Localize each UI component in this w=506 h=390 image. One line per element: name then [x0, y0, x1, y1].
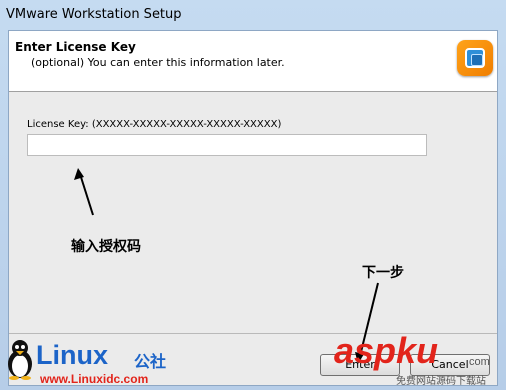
- window-title: VMware Workstation Setup: [6, 7, 182, 22]
- vmware-logo-icon: [457, 40, 493, 76]
- title-bar[interactable]: VMware Workstation Setup: [0, 0, 506, 30]
- license-key-label: License Key: (XXXXX-XXXXX-XXXXX-XXXXX-XX…: [27, 119, 282, 130]
- aspku-suffix-text: .com: [466, 356, 490, 368]
- aspku-subtitle-text: 免费网站源码下载站: [396, 376, 486, 387]
- linux-logo-text: Linux: [36, 340, 108, 370]
- linux-cn-text: 公社: [134, 352, 167, 371]
- tux-penguin-icon: [8, 340, 32, 380]
- linux-url-text: www.Linuxidc.com: [40, 372, 149, 386]
- license-key-input[interactable]: [27, 134, 427, 156]
- page-subtitle: (optional) You can enter this informatio…: [31, 56, 285, 69]
- aspku-logo-text: aspku: [334, 330, 439, 371]
- page-title: Enter License Key: [15, 40, 136, 54]
- next-step-annotation: 下一步: [362, 265, 404, 281]
- input-license-annotation: 输入授权码: [71, 239, 141, 255]
- dialog-header: Enter License Key (optional) You can ent…: [9, 31, 497, 92]
